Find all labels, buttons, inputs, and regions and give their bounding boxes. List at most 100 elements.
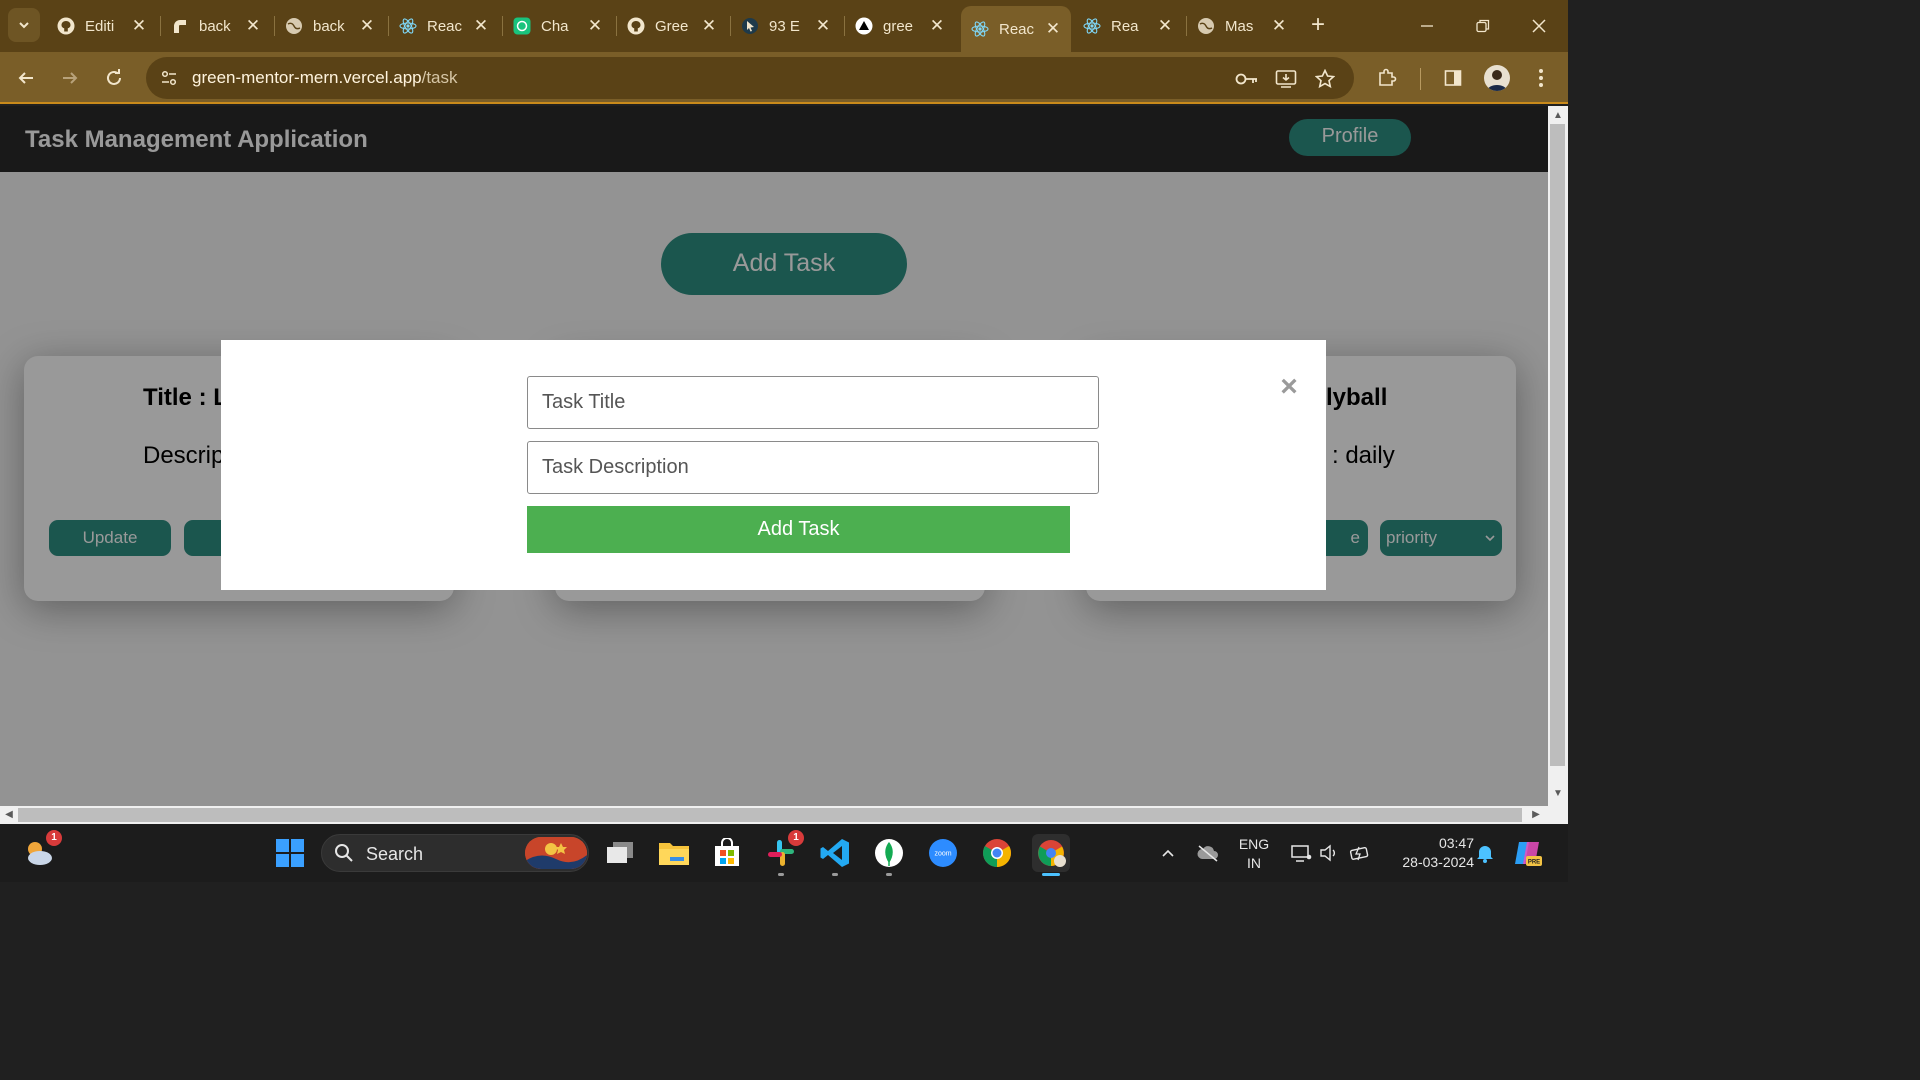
globe-icon bbox=[1197, 17, 1215, 35]
microsoft-store-app[interactable] bbox=[708, 834, 746, 872]
battery-status[interactable] bbox=[1346, 834, 1374, 872]
reload-button[interactable] bbox=[98, 62, 130, 94]
react-icon bbox=[399, 17, 417, 35]
clock-time[interactable]: 03:47 bbox=[1384, 835, 1474, 851]
star-icon bbox=[1315, 69, 1335, 89]
minimize-icon bbox=[1421, 25, 1433, 27]
react-icon bbox=[1083, 17, 1101, 35]
browser-tab[interactable]: Cha ✕ bbox=[503, 8, 613, 44]
onedrive-button[interactable] bbox=[1190, 834, 1226, 872]
browser-tab[interactable]: Mas ✕ bbox=[1187, 8, 1297, 44]
close-tab-icon[interactable]: ✕ bbox=[245, 16, 261, 36]
page-viewport: Task Management Application Profile Add … bbox=[0, 106, 1548, 806]
submit-task-button[interactable]: Add Task bbox=[527, 506, 1070, 553]
copilot-button[interactable]: PRE bbox=[1510, 834, 1546, 872]
show-hidden-icons-button[interactable] bbox=[1150, 834, 1186, 872]
copilot-icon: PRE bbox=[1515, 842, 1542, 866]
bookmark-star-button[interactable] bbox=[1312, 66, 1338, 92]
language-indicator-top[interactable]: ENG bbox=[1234, 836, 1274, 852]
scroll-up-icon[interactable]: ▲ bbox=[1552, 110, 1564, 122]
vertical-scroll-thumb[interactable] bbox=[1550, 124, 1565, 766]
taskbar-search[interactable]: Search bbox=[321, 834, 589, 872]
forward-button[interactable] bbox=[54, 62, 86, 94]
language-indicator-bottom[interactable]: IN bbox=[1234, 855, 1274, 871]
vscode-app[interactable] bbox=[816, 834, 854, 876]
chrome-profile-app[interactable] bbox=[1032, 834, 1070, 876]
scroll-right-icon[interactable]: ▶ bbox=[1530, 809, 1542, 821]
close-tab-icon[interactable]: ✕ bbox=[131, 16, 147, 36]
browser-tab[interactable]: 93 E ✕ bbox=[731, 8, 841, 44]
vertical-scrollbar[interactable]: ▲ ▼ bbox=[1548, 106, 1568, 806]
globe-icon bbox=[285, 17, 303, 35]
close-tab-icon[interactable]: ✕ bbox=[1271, 16, 1287, 36]
folder-icon bbox=[659, 843, 689, 865]
scroll-left-icon[interactable]: ◀ bbox=[3, 809, 15, 821]
network-status[interactable] bbox=[1287, 834, 1315, 872]
restore-button[interactable] bbox=[1468, 12, 1498, 40]
running-indicator bbox=[886, 873, 892, 876]
side-panel-button[interactable] bbox=[1439, 64, 1467, 92]
tab-search-button[interactable] bbox=[8, 8, 40, 42]
close-tab-icon[interactable]: ✕ bbox=[587, 16, 603, 36]
weather-widget[interactable]: 1 bbox=[20, 830, 62, 872]
mongodb-leaf-icon bbox=[875, 839, 903, 867]
file-explorer-app[interactable] bbox=[655, 834, 693, 872]
battery-icon bbox=[1349, 846, 1369, 861]
browser-tab[interactable]: Reac ✕ bbox=[961, 6, 1071, 52]
horizontal-scrollbar[interactable]: ◀ ▶ bbox=[0, 806, 1548, 824]
browser-tab[interactable]: Reac ✕ bbox=[389, 8, 499, 44]
puzzle-icon bbox=[1379, 68, 1397, 86]
volume-control[interactable] bbox=[1316, 834, 1342, 872]
task-view-button[interactable] bbox=[601, 834, 639, 872]
install-app-button[interactable] bbox=[1273, 66, 1299, 92]
browser-tab[interactable]: Editi ✕ bbox=[47, 8, 157, 44]
chrome-profile-icon bbox=[1038, 840, 1066, 867]
mongodb-compass-app[interactable] bbox=[870, 834, 908, 876]
site-info-icon[interactable] bbox=[158, 67, 180, 89]
browser-tab[interactable]: gree ✕ bbox=[845, 8, 955, 44]
browser-tab-strip: Editi ✕ back ✕ back ✕ Reac ✕ Cha ✕ Gree ✕ 93 E ✕ gree ✕… bbox=[0, 0, 1568, 52]
close-tab-icon[interactable]: ✕ bbox=[473, 16, 489, 36]
address-bar[interactable]: green-mentor-mern.vercel.app/task bbox=[146, 57, 1354, 99]
toolbar-divider bbox=[1420, 68, 1421, 90]
extensions-button[interactable] bbox=[1373, 64, 1401, 92]
browser-tab-title: back bbox=[313, 17, 345, 35]
github-icon bbox=[57, 17, 75, 35]
close-tab-icon[interactable]: ✕ bbox=[815, 16, 831, 36]
slack-app[interactable]: 1 bbox=[762, 830, 804, 876]
start-button[interactable] bbox=[271, 834, 309, 872]
chrome-app[interactable] bbox=[978, 834, 1016, 872]
clock-date[interactable]: 28-03-2024 bbox=[1384, 854, 1474, 870]
minimize-button[interactable] bbox=[1412, 12, 1442, 40]
back-button[interactable] bbox=[10, 62, 42, 94]
new-tab-button[interactable]: + bbox=[1304, 12, 1332, 40]
close-modal-button[interactable]: × bbox=[1276, 372, 1302, 402]
task-description-input[interactable] bbox=[527, 441, 1099, 494]
url-path: /task bbox=[421, 68, 458, 87]
profile-avatar[interactable] bbox=[1484, 65, 1510, 91]
close-tab-icon[interactable]: ✕ bbox=[929, 16, 945, 36]
horizontal-scroll-thumb[interactable] bbox=[18, 808, 1522, 822]
browser-tab[interactable]: Rea ✕ bbox=[1073, 8, 1183, 44]
scroll-down-icon[interactable]: ▼ bbox=[1552, 788, 1564, 800]
reload-icon bbox=[107, 69, 121, 85]
browser-menu-button[interactable] bbox=[1527, 64, 1555, 92]
close-tab-icon[interactable]: ✕ bbox=[1045, 19, 1061, 39]
browser-tab[interactable]: back ✕ bbox=[161, 8, 271, 44]
notifications-button[interactable] bbox=[1472, 834, 1498, 872]
password-key-button[interactable] bbox=[1234, 66, 1260, 92]
close-tab-icon[interactable]: ✕ bbox=[359, 16, 375, 36]
bell-icon bbox=[1477, 846, 1493, 863]
close-tab-icon[interactable]: ✕ bbox=[1157, 16, 1173, 36]
browser-tab[interactable]: back ✕ bbox=[275, 8, 385, 44]
close-tab-icon[interactable]: ✕ bbox=[701, 16, 717, 36]
avatar-icon bbox=[1487, 70, 1507, 91]
zoom-app[interactable]: zoom bbox=[924, 834, 962, 872]
store-icon bbox=[715, 838, 739, 866]
vscode-icon bbox=[820, 839, 849, 867]
task-title-input[interactable] bbox=[527, 376, 1099, 429]
chrome-icon bbox=[983, 839, 1011, 867]
close-window-button[interactable] bbox=[1524, 12, 1554, 40]
active-app-indicator bbox=[1042, 873, 1060, 876]
browser-tab[interactable]: Gree ✕ bbox=[617, 8, 727, 44]
